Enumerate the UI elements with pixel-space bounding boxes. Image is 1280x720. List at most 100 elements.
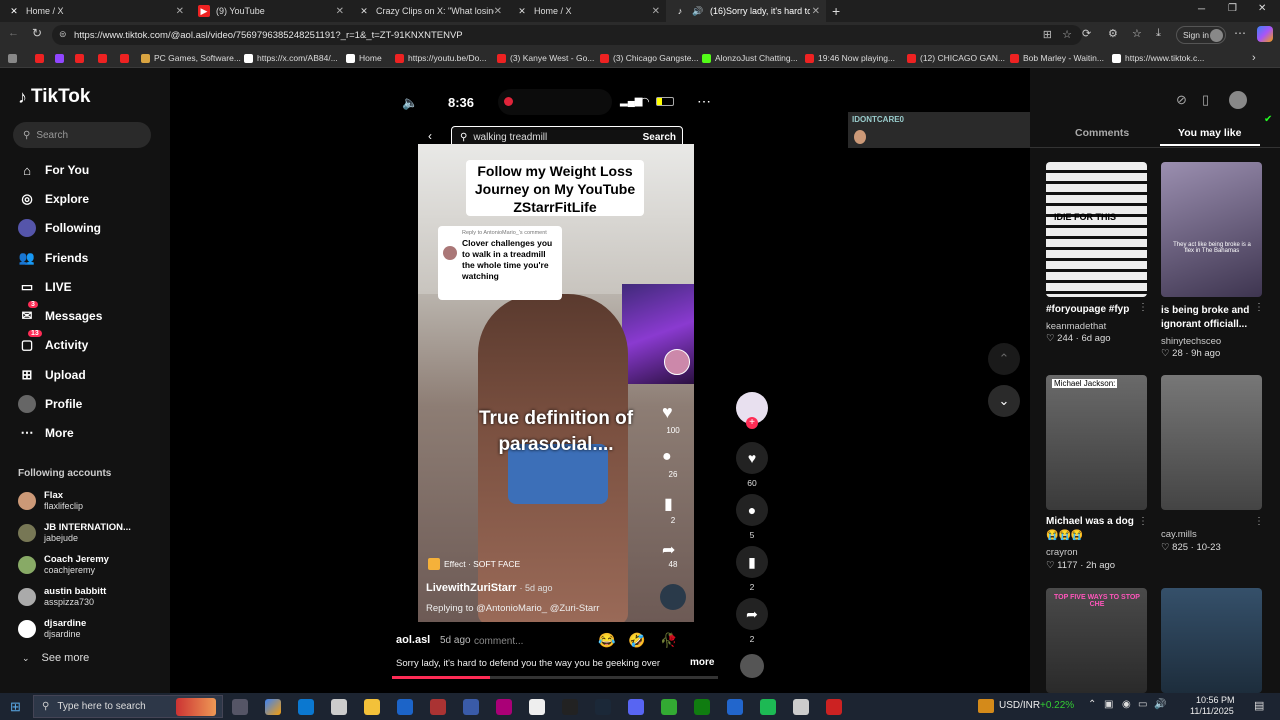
close-icon[interactable]: ✕	[494, 6, 502, 17]
video-thumbnail[interactable]	[1161, 588, 1262, 693]
bookmark-home[interactable]: Home	[346, 51, 382, 65]
xbox-icon[interactable]	[694, 699, 710, 715]
card-title[interactable]: Michael was a dog	[1046, 516, 1134, 527]
card-more-icon[interactable]: ⋮	[1254, 302, 1264, 313]
app-icon[interactable]	[562, 699, 578, 715]
taskbar-search-input[interactable]: ⚲ Type here to search	[33, 695, 223, 718]
tab-crazy-clips[interactable]: ✕ Crazy Clips on X: "What losing hu ✕	[350, 0, 508, 22]
currency-label[interactable]: USD/INR	[999, 700, 1040, 711]
phone-share-icon[interactable]: ➦	[662, 540, 675, 560]
minecraft-icon[interactable]	[661, 699, 677, 715]
more-options-icon[interactable]: ⋯	[697, 93, 711, 110]
store-icon[interactable]	[331, 699, 347, 715]
app-icon[interactable]	[727, 699, 743, 715]
minimize-icon[interactable]: ─	[1198, 4, 1205, 15]
bottom-username[interactable]: aol.asl	[396, 634, 430, 646]
card-title[interactable]: #foryoupage #fyp	[1046, 304, 1129, 315]
tab-home-x-1[interactable]: ✕ Home / X ✕	[0, 0, 190, 22]
nav-friends[interactable]: 👥 Friends	[18, 249, 88, 267]
bookmark-apps-icon[interactable]	[8, 51, 21, 65]
video-progress-bar[interactable]	[392, 676, 718, 679]
clock-date[interactable]: 11/11/2025	[1190, 706, 1234, 716]
discord-icon[interactable]	[628, 699, 644, 715]
video-thumbnail[interactable]: TOP FIVE WAYS TO STOP CHE	[1046, 588, 1147, 693]
next-video-button[interactable]: ⌄	[988, 385, 1020, 417]
account-coach-jeremy[interactable]: Coach Jeremy coachjeremy	[18, 554, 109, 576]
close-icon[interactable]: ✕	[176, 6, 184, 17]
bookmark-alonzo[interactable]: AlonzoJust Chatting...	[702, 51, 798, 65]
laughing-emoji-icon[interactable]: 😂	[598, 632, 615, 649]
extensions-icon[interactable]: ⟳	[1082, 27, 1091, 40]
app-icon[interactable]	[529, 699, 545, 715]
nav-activity[interactable]: ▢ 13 Activity	[18, 330, 88, 354]
favorite-star-icon[interactable]: ☆	[1062, 28, 1072, 41]
caption-more-button[interactable]: more	[690, 657, 714, 668]
app-icon[interactable]: ⊞	[1043, 28, 1052, 41]
speaker-icon[interactable]: 🔊	[692, 5, 704, 17]
app-icon[interactable]	[430, 699, 446, 715]
like-button[interactable]: ♥	[736, 442, 768, 474]
back-icon[interactable]: ←	[8, 27, 19, 39]
bookmark-x-ab84[interactable]: https://x.com/AB84/...	[244, 51, 338, 65]
twitch-icon[interactable]	[55, 51, 68, 65]
device-icon[interactable]: ▯	[1202, 92, 1209, 108]
tab-home-x-2[interactable]: ✕ Home / X ✕	[508, 0, 666, 22]
clock-time[interactable]: 10:56 PM	[1196, 695, 1235, 705]
music-disc-icon[interactable]	[660, 584, 686, 610]
bookmark-kanye[interactable]: (3) Kanye West - Go...	[497, 51, 594, 65]
youtube-icon[interactable]	[98, 51, 111, 65]
share-button[interactable]: ➦	[736, 598, 768, 630]
comment-input[interactable]: comment...	[474, 636, 523, 647]
favorites-icon[interactable]: ☆	[1132, 27, 1142, 40]
windows-start-icon[interactable]: ⊞	[10, 699, 21, 715]
outlook-icon[interactable]	[397, 699, 413, 715]
refresh-icon[interactable]: ↻	[32, 26, 42, 40]
rose-emoji-icon[interactable]: 🥀	[660, 632, 677, 649]
close-icon[interactable]: ✕	[812, 6, 820, 17]
music-disc-icon[interactable]	[740, 654, 764, 678]
card-user[interactable]: cay.mills	[1161, 529, 1197, 540]
copilot-icon[interactable]	[265, 699, 281, 715]
nav-more[interactable]: ⋯ More	[18, 424, 74, 442]
account-jb[interactable]: JB INTERNATION... jabejude	[18, 522, 131, 544]
card-user[interactable]: shinytechsceo	[1161, 336, 1221, 347]
tray-icon[interactable]: ◉	[1122, 699, 1131, 710]
user-avatar[interactable]	[1229, 91, 1247, 109]
close-icon[interactable]: ✕	[336, 6, 344, 17]
card-user[interactable]: keanmadethat	[1046, 321, 1106, 332]
youtube-icon[interactable]	[75, 51, 88, 65]
save-button[interactable]: ▮	[736, 546, 768, 578]
account-flax[interactable]: Flax flaxlifeclip	[18, 490, 83, 512]
close-icon[interactable]: ✕	[652, 6, 660, 17]
mute-icon[interactable]: 🔈	[402, 95, 418, 111]
downloads-icon[interactable]: ⤓	[1156, 27, 1161, 40]
video-player[interactable]: Follow my Weight Loss Journey on My YouT…	[418, 144, 694, 622]
new-tab-icon[interactable]: +	[832, 3, 840, 19]
comment-button[interactable]: ●	[736, 494, 768, 526]
bookmark-bob-marley[interactable]: Bob Marley - Waitin...	[1010, 51, 1104, 65]
tab-comments[interactable]: Comments	[1075, 127, 1129, 139]
nav-explore[interactable]: ◎ Explore	[18, 190, 89, 208]
follow-plus-icon[interactable]: +	[746, 417, 758, 429]
nav-live[interactable]: ▭ LIVE	[18, 278, 72, 296]
bookmark-chicago[interactable]: (3) Chicago Gangste...	[600, 51, 699, 65]
tab-youtube[interactable]: ▶ (9) YouTube ✕	[190, 0, 350, 22]
youtube-icon[interactable]	[35, 51, 48, 65]
chevron-up-icon[interactable]: ⌃	[1088, 699, 1096, 710]
copilot-icon[interactable]	[1257, 26, 1273, 42]
tracking-icon[interactable]: ⚙	[1108, 27, 1118, 40]
phone-search-button[interactable]: Search	[643, 132, 676, 143]
bookmark-now-playing[interactable]: 19:46 Now playing...	[805, 51, 895, 65]
account-djsardine[interactable]: djsardine djsardine	[18, 618, 86, 640]
previous-video-button[interactable]: ⌃	[988, 343, 1020, 375]
rofl-emoji-icon[interactable]: 🤣	[628, 632, 645, 649]
video-author[interactable]: LivewithZuriStarr · 5d ago	[426, 582, 553, 594]
sign-in-button[interactable]: Sign in	[1176, 26, 1226, 44]
close-window-icon[interactable]: ✕	[1258, 3, 1266, 14]
spotify-icon[interactable]	[760, 699, 776, 715]
chevron-right-icon[interactable]: ›	[1252, 51, 1256, 65]
card-more-icon[interactable]: ⋮	[1138, 302, 1148, 313]
bookmark-chicago-gan[interactable]: (12) CHICAGO GAN...	[907, 51, 1005, 65]
tab-tiktok-active[interactable]: ♪ 🔊 (16)Sorry lady, it's hard to de ✕	[666, 0, 826, 22]
card-title[interactable]: is being broke and ignorant officiall...	[1161, 304, 1251, 332]
